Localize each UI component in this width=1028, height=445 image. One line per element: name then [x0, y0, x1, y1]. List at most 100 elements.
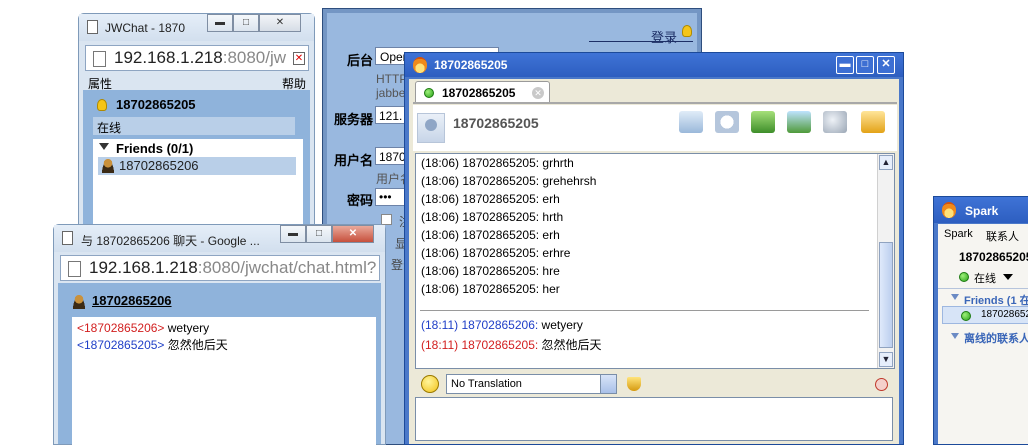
- chevron-down-icon[interactable]: [1003, 274, 1013, 280]
- bulb-icon: [97, 98, 107, 112]
- roster-group[interactable]: Friends (0/1): [116, 141, 193, 156]
- menu-help[interactable]: 帮助: [282, 75, 306, 92]
- close-button[interactable]: ✕: [877, 56, 895, 74]
- message-sender: <18702865206>: [77, 321, 168, 335]
- jwchat-address-bar[interactable]: 192.168.1.218:8080/jw ✕: [85, 45, 309, 71]
- minimize-button[interactable]: ▬: [836, 56, 854, 74]
- chat-popup-address-bar[interactable]: 192.168.1.218:8080/jwchat/chat.html?: [60, 255, 380, 281]
- close-button[interactable]: ✕: [259, 14, 301, 32]
- scroll-up-button[interactable]: ▲: [879, 155, 893, 170]
- history-message: (18:06) 18702865205: hre: [421, 264, 560, 278]
- login-link[interactable]: 登录: [651, 27, 677, 46]
- menu-contacts[interactable]: 联系人: [986, 228, 1019, 244]
- server-input-value: 121.: [379, 109, 403, 123]
- history-icon[interactable]: [823, 111, 847, 133]
- message-input[interactable]: [415, 397, 893, 441]
- message-sender: (18:11) 18702865206:: [421, 318, 542, 332]
- maximize-button[interactable]: □: [856, 56, 874, 74]
- online-status-icon: [961, 310, 971, 324]
- message-text: wetyery: [167, 321, 210, 335]
- contact-avatar-icon: [101, 159, 115, 174]
- unlock-icon[interactable]: [861, 111, 885, 133]
- history-message: (18:06) 18702865205: grehehrsh: [421, 174, 597, 188]
- scroll-down-button[interactable]: ▼: [879, 352, 893, 367]
- spark-offline-group[interactable]: 离线的联系人: [964, 330, 1028, 346]
- jwchat-content: 属性 帮助 18702865205 在线 Friends (0/1) 18702…: [83, 73, 310, 237]
- jwchat-user: 18702865205: [116, 97, 196, 112]
- history-message: (18:06) 18702865205: her: [421, 282, 560, 296]
- remember-checkbox[interactable]: [381, 214, 392, 225]
- translation-select[interactable]: No Translation: [446, 374, 617, 394]
- history-message: (18:06) 18702865205: grhrth: [421, 156, 574, 170]
- spark-chat-client: 18702865205 ✕ 18702865205 (18:06) 187028…: [409, 79, 899, 444]
- popup-message: <18702865205> 忽然他后天: [77, 336, 228, 353]
- minimize-button[interactable]: ▬: [280, 225, 306, 243]
- tab-chat[interactable]: 18702865205 ✕: [415, 81, 550, 103]
- send-file-icon[interactable]: [751, 111, 775, 133]
- username-input-value: 1870: [379, 150, 406, 164]
- recent-message: (18:11) 18702865206: wetyery: [421, 318, 583, 332]
- username-label: 用户名: [334, 153, 374, 168]
- password-label: 密码: [347, 193, 374, 208]
- spark-contact[interactable]: 18702865206: [942, 306, 1028, 324]
- close-button[interactable]: ✕: [332, 225, 374, 243]
- collapse-icon[interactable]: [951, 294, 959, 300]
- close-tab-icon[interactable]: ✕: [532, 87, 544, 99]
- chat-bubbles-icon[interactable]: [715, 111, 739, 133]
- message-sender: (18:11) 18702865205:: [421, 338, 542, 352]
- backend-label: 后台: [347, 53, 374, 68]
- emoticon-icon[interactable]: [421, 375, 439, 393]
- divider: [938, 288, 1028, 289]
- alert-bell-icon[interactable]: [627, 377, 641, 391]
- spark-main-window: Spark Spark 联系人 18702865205 在线 Friends (…: [933, 196, 1028, 445]
- password-input-value: •••: [379, 190, 392, 204]
- chat-popup-contact[interactable]: 18702865206: [92, 293, 172, 308]
- tab-chat-label: 18702865205: [442, 86, 516, 100]
- online-status-icon: [424, 87, 434, 101]
- jwchat-window-controls: ▬ □ ✕: [207, 14, 301, 32]
- spark-chat-titlebar: 18702865205 ▬ □ ✕: [405, 53, 903, 77]
- profile-card-icon[interactable]: [679, 111, 703, 133]
- history-message: (18:06) 18702865205: erhre: [421, 246, 571, 260]
- page-icon: [93, 51, 106, 67]
- transcript-scrollbar[interactable]: ▲ ▼: [877, 154, 894, 368]
- spark-chat-title: 18702865205: [434, 58, 508, 72]
- menu-properties[interactable]: 属性: [88, 75, 112, 92]
- chat-transcript: (18:06) 18702865205: grhrth (18:06) 18702…: [415, 153, 895, 369]
- status-field[interactable]: 在线: [93, 117, 295, 135]
- chat-popup-window: 与 18702865206 聊天 - Google ... ▬ □ ✕ 192.…: [53, 224, 386, 445]
- roster-list: Friends (0/1) 18702865206: [93, 139, 303, 233]
- menu-spark[interactable]: Spark: [944, 228, 973, 240]
- message-sender: <18702865205>: [77, 338, 168, 352]
- chevron-down-icon: [600, 375, 616, 393]
- avatar-head: [425, 119, 437, 131]
- maximize-button[interactable]: □: [233, 14, 259, 32]
- collapse-icon[interactable]: [951, 333, 959, 339]
- minimize-button[interactable]: ▬: [207, 14, 233, 32]
- spark-contact-name: 18702865206: [981, 309, 1028, 320]
- spark-flame-icon: [942, 202, 956, 221]
- jabber-note: jabbe: [376, 86, 406, 100]
- spark-main-status[interactable]: 在线: [974, 270, 996, 286]
- address-path: :8080/jw: [222, 48, 287, 67]
- roster-contact[interactable]: 18702865206: [98, 157, 296, 175]
- chat-popup-title: 与 18702865206 聊天 - Google ...: [81, 234, 260, 248]
- maximize-button[interactable]: □: [306, 225, 332, 243]
- recent-message: (18:11) 18702865205: 忽然他后天: [421, 336, 602, 353]
- collapse-icon[interactable]: [99, 143, 109, 150]
- translation-value: No Translation: [451, 378, 522, 390]
- http-note: HTTP: [376, 72, 408, 86]
- history-message: (18:06) 18702865205: erh: [421, 192, 560, 206]
- divider: [589, 41, 693, 42]
- page-icon: [62, 231, 73, 245]
- bulb-icon: [682, 24, 692, 38]
- scroll-thumb[interactable]: [879, 242, 893, 348]
- jwchat-titlebar: JWChat - 1870 ▬ □ ✕: [79, 14, 314, 41]
- spark-main-titlebar: Spark: [934, 197, 1028, 223]
- screenshot-icon[interactable]: [787, 111, 811, 133]
- jwchat-title: JWChat - 1870: [105, 21, 186, 35]
- address-host: 192.168.1.218: [114, 48, 223, 67]
- spellcheck-icon[interactable]: [875, 378, 888, 391]
- status-value: 在线: [97, 121, 122, 135]
- spark-chat-window: 18702865205 ▬ □ ✕ 18702865205 ✕ 18702865…: [404, 52, 904, 445]
